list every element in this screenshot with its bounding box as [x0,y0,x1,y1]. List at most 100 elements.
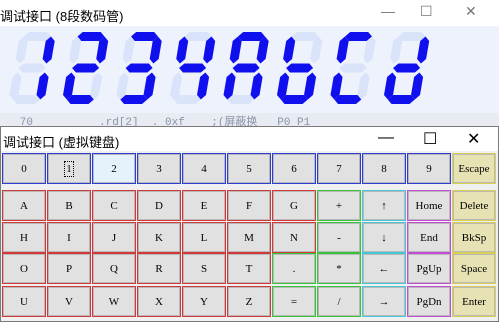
key-delete[interactable]: Delete [452,190,496,221]
key-label: I [67,231,71,244]
close-icon[interactable]: ✕ [465,3,477,20]
key-p[interactable]: P [47,253,91,284]
key-1[interactable]: 1 [47,153,91,184]
key-g[interactable]: G [272,190,316,221]
digit-8 [384,32,430,104]
key-pgup[interactable]: PgUp [407,253,451,284]
key-l[interactable]: L [182,222,226,253]
key-6[interactable]: 6 [272,153,316,184]
key-label: K [155,231,163,244]
key-label: M [244,231,254,244]
key-label: Y [200,295,208,308]
key-q[interactable]: Q [92,253,136,284]
key-label: Delete [459,199,489,212]
segment-f [69,36,82,64]
key-f[interactable]: F [227,190,271,221]
segment-c [197,72,210,100]
key-label: P [65,262,73,275]
key-t[interactable]: T [227,253,271,284]
key-bksp[interactable]: BkSp [452,222,496,253]
key-3[interactable]: 3 [137,153,181,184]
key-label: E [200,199,208,212]
key-label: Q [110,262,118,275]
key-m[interactable]: M [227,222,271,253]
key-4[interactable]: 4 [182,153,226,184]
key-sym-4-7[interactable]: / [317,286,361,317]
key-escape[interactable]: Escape [452,153,496,184]
segment-d [173,95,201,104]
key-k[interactable]: K [137,222,181,253]
key-h[interactable]: H [2,222,46,253]
key-7[interactable]: 7 [317,153,361,184]
segment-c [36,72,49,100]
key-o[interactable]: O [2,253,46,284]
key-sym-3-7[interactable]: * [317,253,361,284]
segment-a [24,32,51,41]
key-5[interactable]: 5 [227,153,271,184]
key-0[interactable]: 0 [2,153,46,184]
key-label: 4 [201,162,207,175]
key-label: J [111,231,117,244]
key-8[interactable]: 8 [362,153,406,184]
key-v[interactable]: V [47,286,91,317]
key-e[interactable]: E [182,190,226,221]
seven-segment-window: 调试接口 (8段数码管) — ☐ ✕ [0,0,499,130]
key-end[interactable]: End [407,222,451,253]
key-a[interactable]: A [2,190,46,221]
segment-c [90,72,103,100]
key-space[interactable]: Space [452,253,496,284]
keyboard-grid: 0 1 2 3 4 5 6 7 8 9 Escape A B C D E F G + ↑ Home Delete H I J K L… [1,127,498,321]
key-label: S [200,262,208,275]
key-sym-1-8[interactable]: ↑ [362,190,406,221]
key-enter[interactable]: Enter [452,286,496,317]
key-z[interactable]: Z [227,286,271,317]
key-y[interactable]: Y [182,286,226,317]
maximize-icon[interactable]: ☐ [420,3,433,20]
key-b[interactable]: B [47,190,91,221]
key-label: G [290,199,298,212]
segment-c [357,72,370,100]
key-sym-4-8[interactable]: → [362,286,406,317]
minimize-icon[interactable]: — [381,3,395,19]
key-label: BkSp [461,231,487,244]
key-c[interactable]: C [92,190,136,221]
key-sym-3-8[interactable]: ← [362,253,406,284]
key-w[interactable]: W [92,286,136,317]
key-label: 9 [426,162,432,175]
segment-d [387,95,415,104]
segment-d [66,95,94,104]
key-d[interactable]: D [137,190,181,221]
segment-f [283,36,296,64]
key-u[interactable]: U [2,286,46,317]
background-code-strip: 70 .rd[2] . 0xf ;(屏蔽换 P0 P1 [0,113,499,127]
segment-d [280,95,308,104]
key-i[interactable]: I [47,222,91,253]
key-label: / [337,295,341,308]
key-x[interactable]: X [137,286,181,317]
key-r[interactable]: R [137,253,181,284]
key-label: R [155,262,163,275]
segment-f [122,36,135,64]
key-sym-4-6[interactable]: = [272,286,316,317]
key-label: + [335,199,343,212]
key-sym-3-6[interactable]: . [272,253,316,284]
key-n[interactable]: N [272,222,316,253]
key-pgdn[interactable]: PgDn [407,286,451,317]
key-sym-2-8[interactable]: ↓ [362,222,406,253]
key-2[interactable]: 2 [92,153,136,184]
key-label: 3 [156,162,162,175]
key-label: B [65,199,73,212]
segment-a [184,32,212,41]
key-label: 6 [291,162,297,175]
key-j[interactable]: J [92,222,136,253]
key-sym-1-7[interactable]: + [317,190,361,221]
segment-c [250,72,263,100]
key-home[interactable]: Home [407,190,451,221]
segment-f [15,36,28,64]
key-label: Z [245,295,253,308]
key-s[interactable]: S [182,253,226,284]
key-sym-2-7[interactable]: - [317,222,361,253]
key-label: O [20,262,28,275]
segment-g [125,63,153,73]
key-9[interactable]: 9 [407,153,451,184]
